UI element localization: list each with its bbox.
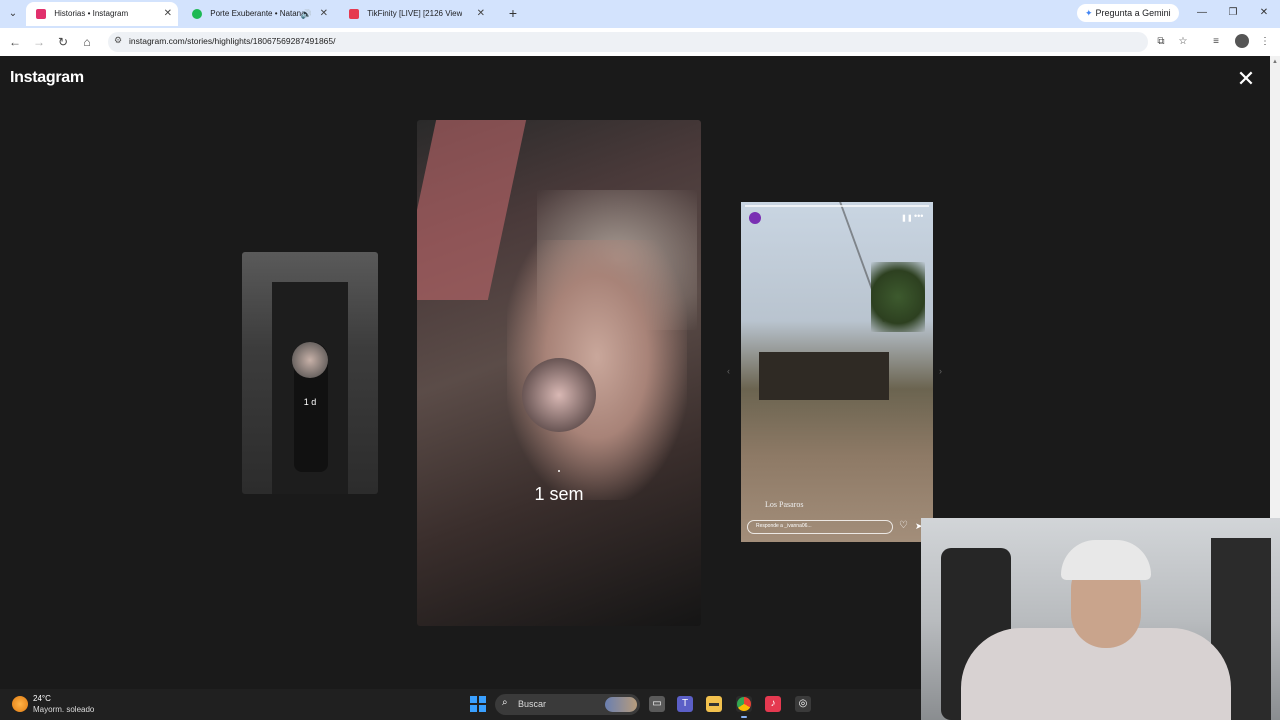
menu-kebab-icon[interactable]: ⋮ xyxy=(1256,33,1274,51)
dot xyxy=(558,470,560,472)
media-controls-icon[interactable]: ≡ xyxy=(1207,33,1225,51)
file-explorer-icon[interactable]: ▬ xyxy=(706,696,722,712)
home-icon[interactable]: ⌂ xyxy=(78,33,96,51)
search-icon: ⌕ xyxy=(502,697,508,708)
restore-icon[interactable]: ❐ xyxy=(1219,4,1247,22)
tab-label: Historias • Instagram xyxy=(54,9,129,18)
gemini-label: Pregunta a Gemini xyxy=(1095,8,1171,18)
navigation-bar: ← → ↻ ⌂ ⚙ instagram.com/stories/highligh… xyxy=(0,28,1280,56)
tab-close-icon[interactable]: ✕ xyxy=(164,2,172,26)
person-cap xyxy=(1061,540,1151,580)
tab-close-icon[interactable]: ✕ xyxy=(477,2,485,26)
search-highlight-image xyxy=(605,697,637,712)
chevron-left-icon[interactable]: ‹ xyxy=(727,366,730,376)
task-view-icon[interactable]: ▭ xyxy=(649,696,665,712)
taskbar-search[interactable]: ⌕ Buscar xyxy=(495,694,640,715)
site-info-icon[interactable]: ⚙ xyxy=(114,35,122,46)
windows-start-icon[interactable] xyxy=(470,696,486,712)
tab-tikfinity[interactable]: TikFinity [LIVE] [2126 Viewers] ✕ xyxy=(339,2,491,26)
reply-placeholder: Responde a _ivanna06... xyxy=(756,523,812,529)
back-arrow-icon[interactable]: ← xyxy=(6,33,24,51)
tab-strip: ⌄ Historias • Instagram ✕ Porte Exuberan… xyxy=(0,0,1280,28)
tab-label: Porte Exuberante • Natanael xyxy=(210,9,306,18)
building-image xyxy=(759,352,889,400)
story-author-avatar[interactable] xyxy=(749,212,761,224)
scroll-up-icon[interactable]: ▲ xyxy=(1272,59,1278,65)
active-app-indicator xyxy=(741,716,747,718)
webcam-overlay xyxy=(921,518,1280,720)
instagram-logo[interactable]: Instagram xyxy=(10,69,84,87)
spotify-favicon-icon xyxy=(192,9,202,19)
search-label: Buscar xyxy=(518,699,547,709)
tree-branches xyxy=(741,202,885,322)
reload-icon[interactable]: ↻ xyxy=(54,33,72,51)
audio-playing-icon[interactable]: 🔊 xyxy=(301,2,312,26)
gemini-spark-icon: ✦ xyxy=(1085,8,1093,18)
story-time-label: 1 d xyxy=(303,397,317,407)
tab-instagram[interactable]: Historias • Instagram ✕ xyxy=(26,2,178,26)
tab-label: TikFinity [LIVE] [2126 Viewers] xyxy=(367,9,463,18)
obs-icon[interactable]: ◎ xyxy=(795,696,811,712)
story-avatar xyxy=(522,358,596,432)
heart-icon[interactable]: ♡ xyxy=(899,520,908,531)
weather-sun-icon[interactable] xyxy=(12,696,28,712)
taskbar: 24°C Mayorm. soleado ⌕ Buscar ▭ T ▬ ♪ ◎ xyxy=(0,689,921,720)
story-preview-previous[interactable]: 1 d xyxy=(242,252,378,494)
tab-close-icon[interactable]: ✕ xyxy=(320,2,328,26)
pause-icon[interactable]: ❚❚ xyxy=(901,214,913,222)
bookmark-star-icon[interactable]: ☆ xyxy=(1174,33,1192,51)
story-caption: Los Pasaros xyxy=(765,500,804,509)
new-tab-button[interactable]: + xyxy=(505,4,521,22)
teams-icon[interactable]: T xyxy=(677,696,693,712)
chevron-right-icon[interactable]: › xyxy=(939,366,942,376)
close-icon[interactable]: ✕ xyxy=(1235,68,1257,90)
window-close-icon[interactable]: ✕ xyxy=(1250,4,1278,22)
weather-temperature[interactable]: 24°C xyxy=(33,694,51,703)
cast-icon[interactable]: ⧉ xyxy=(1152,33,1170,51)
story-progress-bar xyxy=(745,205,929,207)
tiktok-icon[interactable]: ♪ xyxy=(765,696,781,712)
url-text: instagram.com/stories/highlights/1806756… xyxy=(129,36,336,46)
instagram-favicon-icon xyxy=(36,9,46,19)
story-preview-current[interactable]: 1 sem xyxy=(417,120,701,626)
story-active[interactable]: ❚❚ ••• Los Pasaros Responde a _ivanna06.… xyxy=(741,202,933,542)
gemini-button[interactable]: ✦ Pregunta a Gemini xyxy=(1077,4,1179,22)
minimize-icon[interactable]: — xyxy=(1188,4,1216,22)
reply-input[interactable]: Responde a _ivanna06... xyxy=(747,520,893,534)
profile-avatar[interactable] xyxy=(1235,34,1249,48)
tikfinity-favicon-icon xyxy=(349,9,359,19)
story-time-label: 1 sem xyxy=(534,484,584,504)
weather-condition[interactable]: Mayorm. soleado xyxy=(33,705,94,714)
address-bar[interactable]: ⚙ instagram.com/stories/highlights/18067… xyxy=(108,32,1148,52)
forward-arrow-icon[interactable]: → xyxy=(30,33,48,51)
palm-tree xyxy=(871,262,925,332)
chrome-icon[interactable] xyxy=(736,696,752,712)
more-options-icon[interactable]: ••• xyxy=(914,211,923,221)
tab-spotify[interactable]: Porte Exuberante • Natanael 🔊 ✕ xyxy=(182,2,334,26)
chevron-down-icon[interactable]: ⌄ xyxy=(4,5,22,23)
story-avatar xyxy=(292,342,328,378)
